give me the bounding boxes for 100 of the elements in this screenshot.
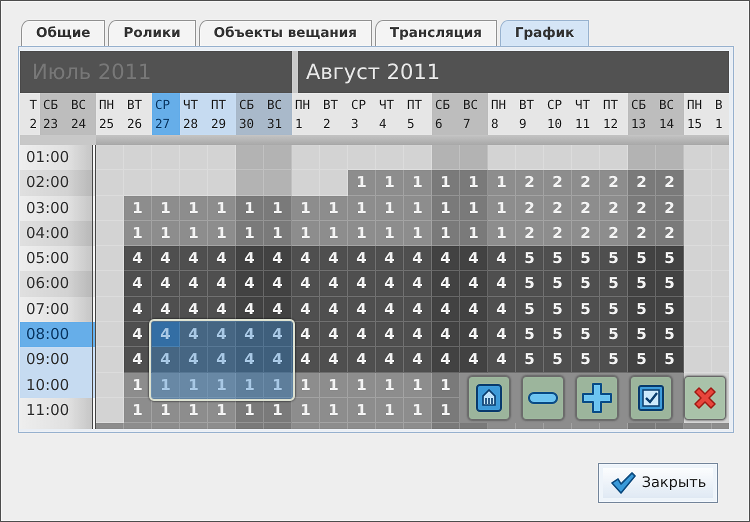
grid-cell[interactable]: 5 <box>600 296 628 322</box>
grid-cell[interactable]: 1 <box>460 196 488 221</box>
grid-cell[interactable]: 4 <box>488 246 516 272</box>
grid-cell[interactable]: 4 <box>376 246 404 272</box>
grid-cell[interactable]: 5 <box>544 271 572 297</box>
day-header[interactable]: ВТ 2 <box>320 93 348 135</box>
grid-cell[interactable] <box>320 170 348 196</box>
grid-cell[interactable]: 4 <box>460 322 488 348</box>
grid-cell[interactable]: 5 <box>516 347 544 373</box>
day-header[interactable]: В 1 <box>712 93 729 135</box>
grid-cell[interactable]: 4 <box>124 296 152 322</box>
grid-cell[interactable] <box>684 347 712 373</box>
grid-cell[interactable]: 5 <box>600 271 628 297</box>
day-header[interactable]: ВТ 9 <box>516 93 544 135</box>
day-header[interactable]: ЧТ 11 <box>572 93 600 135</box>
grid-cell[interactable] <box>124 170 152 196</box>
day-header[interactable]: ВС 7 <box>460 93 488 135</box>
grid-cell[interactable]: 4 <box>320 246 348 272</box>
grid-cell[interactable] <box>628 145 656 170</box>
grid-cell[interactable]: 4 <box>376 271 404 297</box>
day-header[interactable]: ПН 8 <box>488 93 516 135</box>
day-header[interactable]: СБ 23 <box>40 93 68 135</box>
grid-cell[interactable]: 1 <box>432 170 460 196</box>
grid-cell[interactable] <box>96 372 124 398</box>
time-label[interactable]: 07:00 <box>20 296 96 322</box>
grid-cell[interactable] <box>236 170 264 196</box>
plus-button[interactable] <box>576 376 618 420</box>
grid-cell[interactable]: 4 <box>264 271 292 297</box>
grid-cell[interactable]: 4 <box>404 322 432 348</box>
day-header[interactable]: СБ 30 <box>236 93 264 135</box>
day-header[interactable]: ВС 31 <box>264 93 292 135</box>
grid-cell[interactable]: 4 <box>236 246 264 272</box>
grid-cell[interactable] <box>152 145 180 170</box>
grid-cell[interactable]: 4 <box>264 246 292 272</box>
tab[interactable]: График <box>500 20 590 46</box>
grid-cell[interactable]: 5 <box>544 246 572 272</box>
grid-cell[interactable]: 1 <box>432 220 460 246</box>
grid-cell[interactable]: 5 <box>628 347 656 373</box>
grid-cell[interactable] <box>684 145 712 170</box>
grid-cell[interactable]: 4 <box>236 322 264 348</box>
minus-button[interactable] <box>522 376 564 420</box>
grid-cell[interactable]: 4 <box>292 246 320 272</box>
grid-cell[interactable]: 5 <box>656 322 684 348</box>
grid-cell[interactable] <box>208 170 236 196</box>
grid-cell[interactable]: 1 <box>264 220 292 246</box>
grid-cell[interactable]: 5 <box>544 296 572 322</box>
grid-cell[interactable]: 5 <box>628 271 656 297</box>
grid-cell[interactable]: 2 <box>628 220 656 246</box>
grid-cell[interactable]: 4 <box>180 246 208 272</box>
grid-cell[interactable]: 4 <box>488 347 516 373</box>
grid-cell[interactable]: 4 <box>488 296 516 322</box>
grid-cell[interactable]: 2 <box>656 170 684 196</box>
grid-cell[interactable] <box>96 296 124 322</box>
grid-cell[interactable]: 2 <box>656 196 684 221</box>
grid-cell[interactable]: 4 <box>292 296 320 322</box>
grid-cell[interactable]: 4 <box>432 246 460 272</box>
grid-cell[interactable]: 4 <box>320 347 348 373</box>
grid-cell[interactable]: 4 <box>404 246 432 272</box>
grid-cell[interactable]: 1 <box>432 196 460 221</box>
time-label[interactable]: 01:00 <box>20 145 96 170</box>
grid-cell[interactable] <box>96 196 124 221</box>
grid-cell[interactable]: 1 <box>432 398 460 424</box>
grid-cell[interactable] <box>684 246 712 272</box>
grid-cell[interactable]: 5 <box>572 296 600 322</box>
grid-cell[interactable]: 1 <box>236 196 264 221</box>
grid-cell[interactable]: 4 <box>264 322 292 348</box>
close-button[interactable]: Закрыть <box>598 463 718 503</box>
grid-cell[interactable]: 5 <box>572 271 600 297</box>
grid-cell[interactable] <box>180 145 208 170</box>
grid-cell[interactable]: 4 <box>488 322 516 348</box>
grid-cell[interactable]: 4 <box>460 246 488 272</box>
grid-cell[interactable] <box>656 145 684 170</box>
day-header[interactable]: ЧТ 4 <box>376 93 404 135</box>
tab[interactable]: Общие <box>21 20 106 46</box>
day-header[interactable]: ВС 14 <box>656 93 684 135</box>
grid-cell[interactable]: 4 <box>376 322 404 348</box>
grid-cell[interactable] <box>572 145 600 170</box>
grid-cell[interactable]: 4 <box>124 322 152 348</box>
day-header[interactable]: ЧТ 28 <box>180 93 208 135</box>
grid-cell[interactable]: 5 <box>628 322 656 348</box>
grid-cell[interactable]: 4 <box>320 322 348 348</box>
grid-cell[interactable]: 4 <box>208 246 236 272</box>
grid-cell[interactable]: 4 <box>432 347 460 373</box>
grid-cell[interactable] <box>684 296 712 322</box>
grid-cell[interactable] <box>348 145 376 170</box>
grid-cell[interactable] <box>488 145 516 170</box>
time-label[interactable]: 08:00 <box>20 322 96 348</box>
grid-cell[interactable]: 4 <box>488 271 516 297</box>
grid-cell[interactable]: 1 <box>264 398 292 424</box>
grid-cell[interactable]: 5 <box>628 246 656 272</box>
grid-cell[interactable] <box>516 145 544 170</box>
day-header[interactable]: СР 10 <box>544 93 572 135</box>
day-header[interactable]: СР 3 <box>348 93 376 135</box>
grid-cell[interactable]: 5 <box>656 296 684 322</box>
time-label[interactable]: 10:00 <box>20 372 96 398</box>
grid-cell[interactable] <box>684 322 712 348</box>
grid-cell[interactable]: 4 <box>348 347 376 373</box>
grid-cell[interactable] <box>152 170 180 196</box>
day-header[interactable]: СБ 6 <box>432 93 460 135</box>
grid-cell[interactable]: 4 <box>404 347 432 373</box>
